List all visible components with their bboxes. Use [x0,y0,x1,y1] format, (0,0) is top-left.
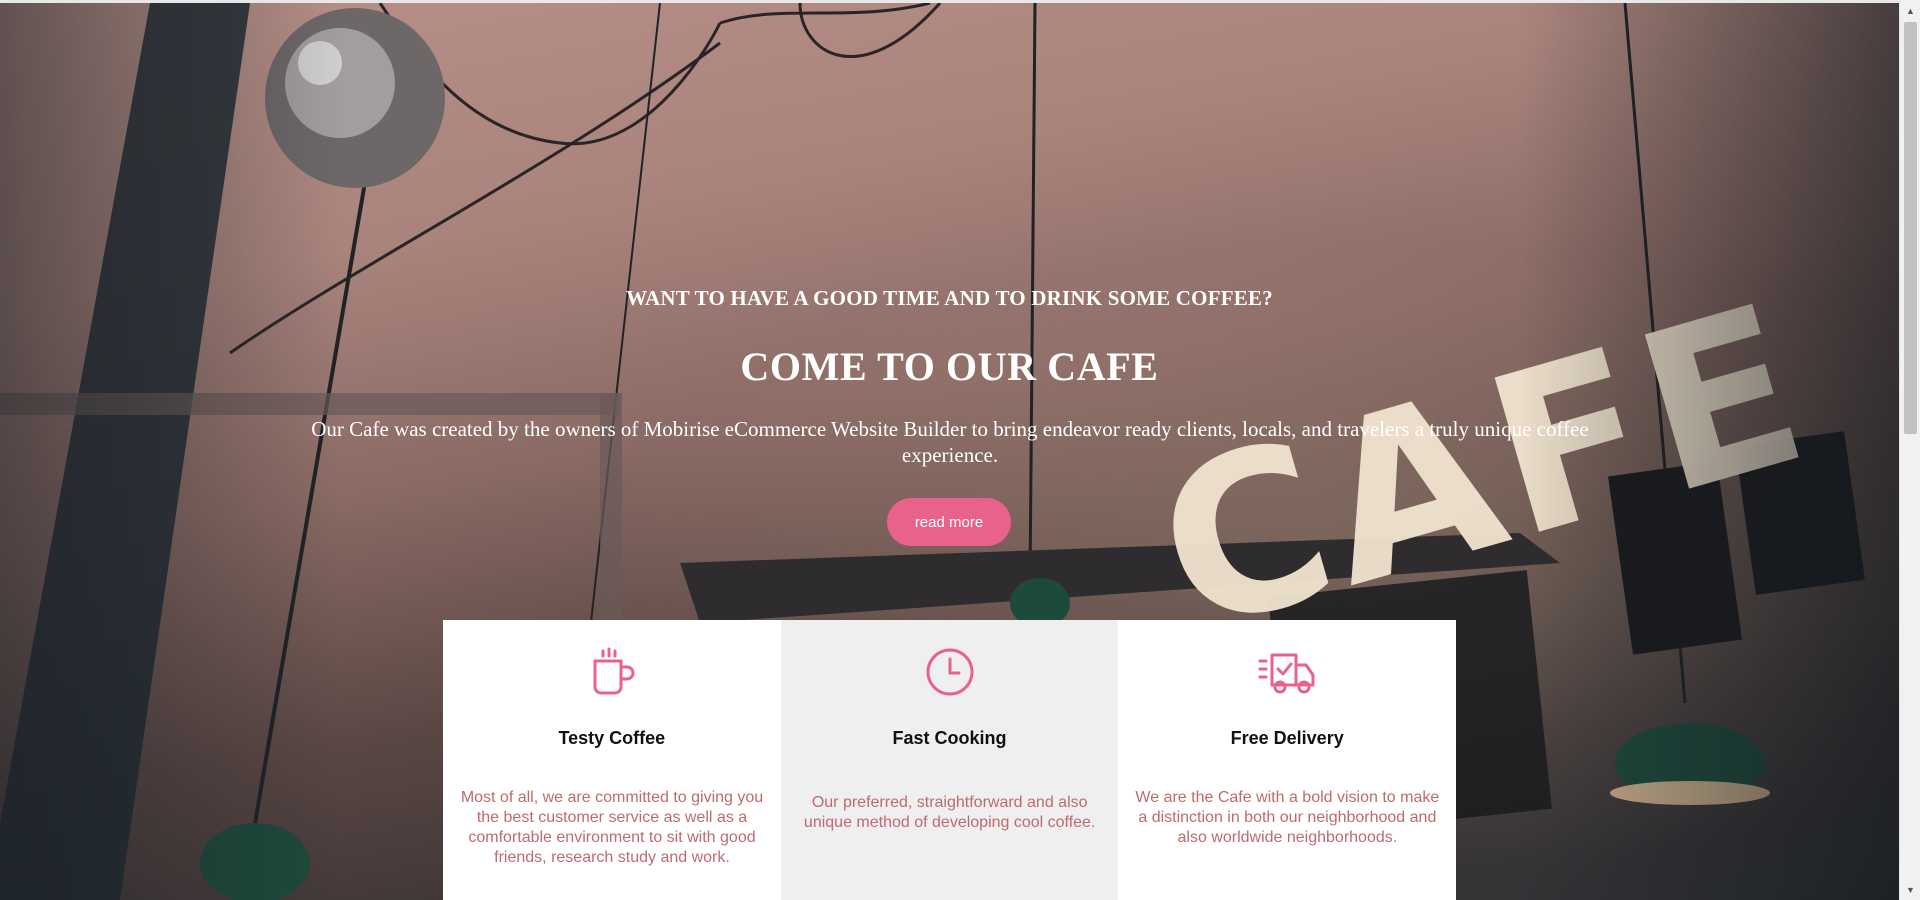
coffee-cup-icon [443,647,781,699]
hero-title: COME TO OUR CAFE [740,344,1159,389]
feature-text: Most of all, we are committed to giving … [460,789,764,866]
vertical-scrollbar[interactable]: ▲ ▼ [1899,0,1920,900]
delivery-truck-icon [1118,647,1456,699]
feature-text: Our preferred, straightforward and also … [803,794,1096,831]
scroll-down-arrow-icon[interactable]: ▼ [1900,882,1920,899]
hero-kicker: WANT TO HAVE A GOOD TIME AND TO DRINK SO… [626,286,1273,310]
scroll-up-arrow-icon[interactable]: ▲ [1900,3,1920,20]
read-more-button[interactable]: read more [887,498,1011,546]
feature-title: Testy Coffee [558,728,666,748]
feature-card-coffee: Testy Coffee Most of all, we are committ… [443,620,781,900]
feature-title: Fast Cooking [892,728,1007,748]
scrollbar-thumb[interactable] [1904,22,1917,434]
clock-icon [781,647,1119,699]
hero-description: Our Cafe was created by the owners of Mo… [311,417,1589,467]
features-row: Testy Coffee Most of all, we are committ… [443,620,1457,900]
feature-title: Free Delivery [1230,728,1344,748]
feature-text: We are the Cafe with a bold vision to ma… [1135,789,1440,846]
feature-card-delivery: Free Delivery We are the Cafe with a bol… [1118,620,1457,900]
feature-card-cooking: Fast Cooking Our preferred, straightforw… [780,620,1119,900]
